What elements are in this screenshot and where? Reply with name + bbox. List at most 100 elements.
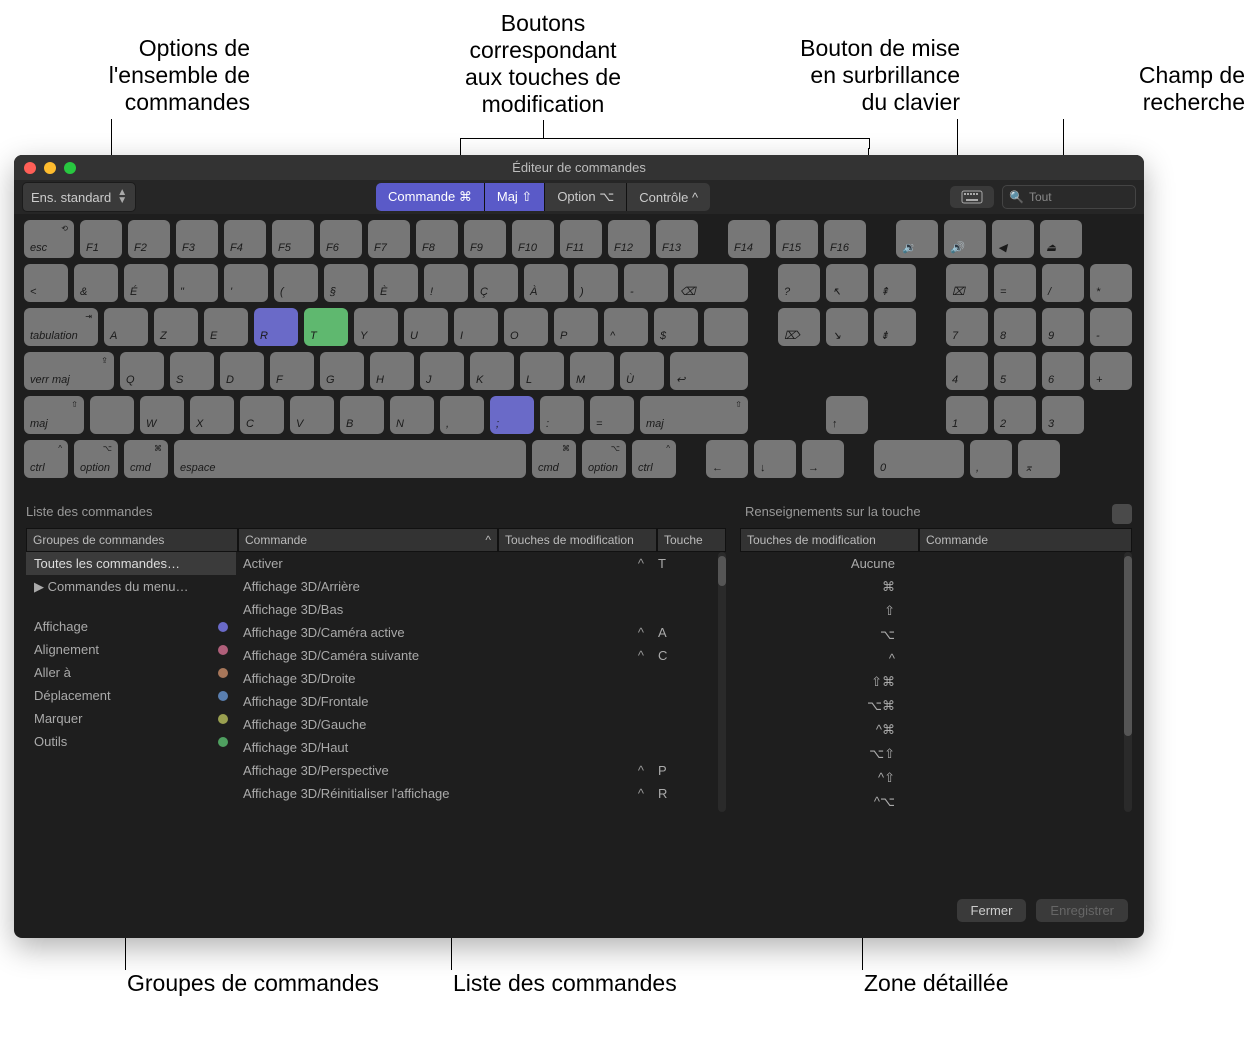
keyboard-key[interactable]: tabulation⇥ <box>24 308 98 346</box>
keyboard-key[interactable]: H <box>370 352 414 390</box>
command-row[interactable]: Affichage 3D/Droite <box>236 667 718 690</box>
modifier-button[interactable]: Option ⌥ <box>545 183 627 211</box>
detail-mod-row[interactable]: ⇧ <box>740 599 905 623</box>
command-group-item[interactable]: Outils <box>26 730 236 753</box>
keyboard-key[interactable]: B <box>340 396 384 434</box>
modifier-header[interactable]: Touches de modification <box>498 528 657 552</box>
keyboard-key[interactable]: 3 <box>1042 396 1084 434</box>
save-button[interactable]: Enregistrer <box>1036 899 1128 922</box>
keyboard-key[interactable]: È <box>374 264 418 302</box>
keyboard-key[interactable]: T <box>304 308 348 346</box>
keyboard-key[interactable]: F10 <box>512 220 554 258</box>
keyboard-key[interactable]: 6 <box>1042 352 1084 390</box>
keyboard-key[interactable]: $ <box>654 308 698 346</box>
key-header[interactable]: Touche <box>657 528 726 552</box>
keyboard-key[interactable] <box>704 308 748 346</box>
keyboard-key[interactable]: : <box>540 396 584 434</box>
command-row[interactable]: Affichage 3D/Caméra suivante^C <box>236 644 718 667</box>
keyboard-key[interactable]: K <box>470 352 514 390</box>
scrollbar[interactable] <box>1124 552 1132 812</box>
command-row[interactable]: Affichage 3D/Réinitialiser l'affichage^R <box>236 782 718 805</box>
keyboard-key[interactable]: espace <box>174 440 526 478</box>
keyboard-key[interactable]: F5 <box>272 220 314 258</box>
keyboard-key[interactable]: E <box>204 308 248 346</box>
keyboard-key[interactable]: F1 <box>80 220 122 258</box>
keyboard-key[interactable]: ⏏ <box>1040 220 1082 258</box>
command-row[interactable]: Affichage 3D/Haut <box>236 736 718 759</box>
keyboard-key[interactable]: ◀ <box>992 220 1034 258</box>
keyboard-key[interactable]: F11 <box>560 220 602 258</box>
keyboard-key[interactable]: + <box>1090 352 1132 390</box>
keyboard-key[interactable]: F6 <box>320 220 362 258</box>
command-row[interactable]: Affichage 3D/Caméra active^A <box>236 621 718 644</box>
keyboard-key[interactable]: § <box>324 264 368 302</box>
keyboard-key[interactable]: 2 <box>994 396 1036 434</box>
keyboard-key[interactable]: ↘ <box>826 308 868 346</box>
keyboard-key[interactable]: C <box>240 396 284 434</box>
command-row[interactable]: Affichage 3D/Perspective^P <box>236 759 718 782</box>
command-set-popup[interactable]: Ens. standard ▲▼ <box>22 182 136 212</box>
keyboard-key[interactable]: F2 <box>128 220 170 258</box>
keyboard-key[interactable]: ? <box>778 264 820 302</box>
keyboard-key[interactable]: 1 <box>946 396 988 434</box>
keyboard-key[interactable]: ⌧ <box>946 264 988 302</box>
keyboard-key[interactable]: - <box>1090 308 1132 346</box>
keyboard-key[interactable]: F13 <box>656 220 698 258</box>
keyboard-key[interactable]: F16 <box>824 220 866 258</box>
detail-mod-row[interactable]: ⌥⌘ <box>740 694 905 718</box>
keyboard-key[interactable]: Y <box>354 308 398 346</box>
command-row[interactable]: Affichage 3D/Bas <box>236 598 718 621</box>
keyboard-key[interactable]: = <box>994 264 1036 302</box>
keyboard-key[interactable]: ← <box>706 440 748 478</box>
search-field[interactable]: 🔍 Tout <box>1002 185 1136 209</box>
keyboard-key[interactable]: → <box>802 440 844 478</box>
keyboard-key[interactable]: A <box>104 308 148 346</box>
keyboard-key[interactable]: ( <box>274 264 318 302</box>
detail-mod-row[interactable]: ⌘ <box>740 575 905 599</box>
keyboard-key[interactable]: , <box>970 440 1012 478</box>
keyboard-key[interactable]: " <box>174 264 218 302</box>
keyboard-key[interactable]: M <box>570 352 614 390</box>
keyboard-key[interactable]: F12 <box>608 220 650 258</box>
command-group-item[interactable]: Toutes les commandes… <box>26 552 236 575</box>
keyboard-key[interactable]: F14 <box>728 220 770 258</box>
keyboard-key[interactable]: = <box>590 396 634 434</box>
keyboard-key[interactable]: ↓ <box>754 440 796 478</box>
keyboard-key[interactable]: & <box>74 264 118 302</box>
close-button[interactable]: Fermer <box>957 899 1027 922</box>
modifier-button[interactable]: Commande ⌘ <box>376 183 485 211</box>
modifier-button[interactable]: Contrôle ^ <box>627 183 710 211</box>
detail-mod-row[interactable]: ^⌘ <box>740 718 905 742</box>
keyboard-key[interactable]: cmd⌘ <box>532 440 576 478</box>
keyboard-key[interactable]: U <box>404 308 448 346</box>
keyboard-key[interactable]: D <box>220 352 264 390</box>
detail-mod-row[interactable]: ^ <box>740 647 905 670</box>
keyboard-key[interactable]: Ù <box>620 352 664 390</box>
key-color-swatch[interactable] <box>1112 504 1132 524</box>
keyboard-key[interactable]: ⌅ <box>1018 440 1060 478</box>
keyboard-key[interactable]: * <box>1090 264 1132 302</box>
keyboard-key[interactable]: esc⟲ <box>24 220 74 258</box>
command-group-item[interactable]: Déplacement <box>26 684 236 707</box>
keyboard-key[interactable]: F3 <box>176 220 218 258</box>
keyboard-key[interactable]: ⇟ <box>874 308 916 346</box>
keyboard-key[interactable]: Ç <box>474 264 518 302</box>
keyboard-key[interactable]: ↩ <box>670 352 748 390</box>
keyboard-key[interactable]: , <box>440 396 484 434</box>
keyboard-key[interactable]: ctrl^ <box>24 440 68 478</box>
keyboard-key[interactable]: 5 <box>994 352 1036 390</box>
command-row[interactable]: Activer^T <box>236 552 718 575</box>
keyboard-key[interactable]: 🔉 <box>896 220 938 258</box>
keyboard-key[interactable]: R <box>254 308 298 346</box>
keyboard-key[interactable]: ⇞ <box>874 264 916 302</box>
keyboard-key[interactable]: ↑ <box>826 396 868 434</box>
keyboard-key[interactable]: P <box>554 308 598 346</box>
keyboard-key[interactable]: ⌦ <box>778 308 820 346</box>
keyboard-key[interactable]: ↖ <box>826 264 868 302</box>
keyboard-key[interactable]: F8 <box>416 220 458 258</box>
detail-mod-row[interactable]: ⇧⌘ <box>740 670 905 694</box>
keyboard-key[interactable]: ctrl^ <box>632 440 676 478</box>
keyboard-key[interactable]: W <box>140 396 184 434</box>
keyboard-key[interactable]: 7 <box>946 308 988 346</box>
keyboard-key[interactable]: Q <box>120 352 164 390</box>
